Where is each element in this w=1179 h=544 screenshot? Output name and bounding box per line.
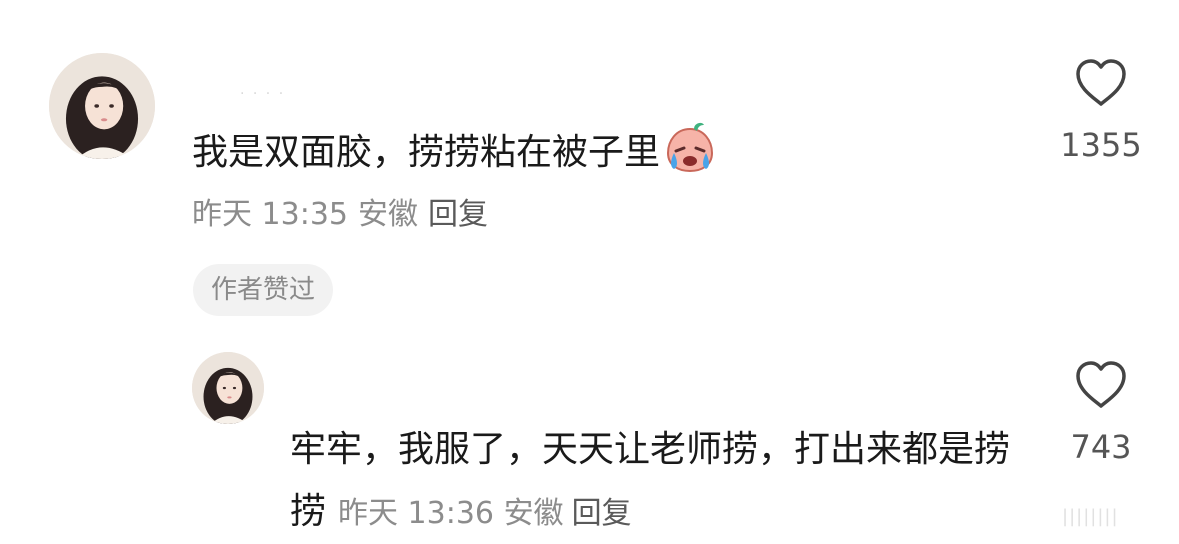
reply-time: 昨天 13:36 bbox=[338, 496, 495, 531]
heart-icon[interactable] bbox=[1074, 360, 1128, 410]
comment-meta: 昨天 13:35 安徽 回复 bbox=[192, 195, 488, 235]
reply-meta: 昨天 13:36 安徽 回复 bbox=[338, 496, 632, 531]
reply-body: 牢牢，我服了，天天让老师捞，打出来都是捞捞 昨天 13:36 安徽 回复 bbox=[290, 419, 1010, 544]
reply-to-reply-button[interactable]: 回复 bbox=[572, 496, 632, 531]
comment-time: 昨天 13:35 bbox=[192, 197, 348, 232]
comment-body: 我是双面胶，捞捞粘在被子里 bbox=[192, 121, 716, 179]
avatar-image bbox=[49, 53, 155, 159]
heart-icon[interactable] bbox=[1074, 58, 1128, 108]
author-liked-badge: 作者赞过 bbox=[193, 264, 334, 316]
watermark: |||||||| bbox=[1062, 506, 1119, 527]
reply-like-button[interactable]: 743 bbox=[1056, 360, 1146, 467]
comment-text: 我是双面胶，捞捞粘在被子里 bbox=[192, 132, 661, 173]
avatar[interactable] bbox=[49, 53, 155, 159]
avatar-image bbox=[192, 352, 264, 424]
comment-thread: · · · · 我是双面胶，捞捞粘在被子里 昨天 13:35 安徽 回复 作者赞过 … bbox=[0, 0, 1179, 544]
comment-location: 安徽 bbox=[358, 197, 418, 232]
reply-button[interactable]: 回复 bbox=[428, 197, 488, 232]
crying-emoji-icon bbox=[664, 121, 716, 173]
reply-like-count: 743 bbox=[1070, 428, 1132, 466]
like-button[interactable]: 1355 bbox=[1056, 58, 1146, 165]
like-count: 1355 bbox=[1060, 126, 1142, 164]
username[interactable]: · · · · bbox=[240, 86, 285, 102]
reply-location: 安徽 bbox=[503, 496, 564, 531]
reply-avatar[interactable] bbox=[192, 352, 264, 424]
